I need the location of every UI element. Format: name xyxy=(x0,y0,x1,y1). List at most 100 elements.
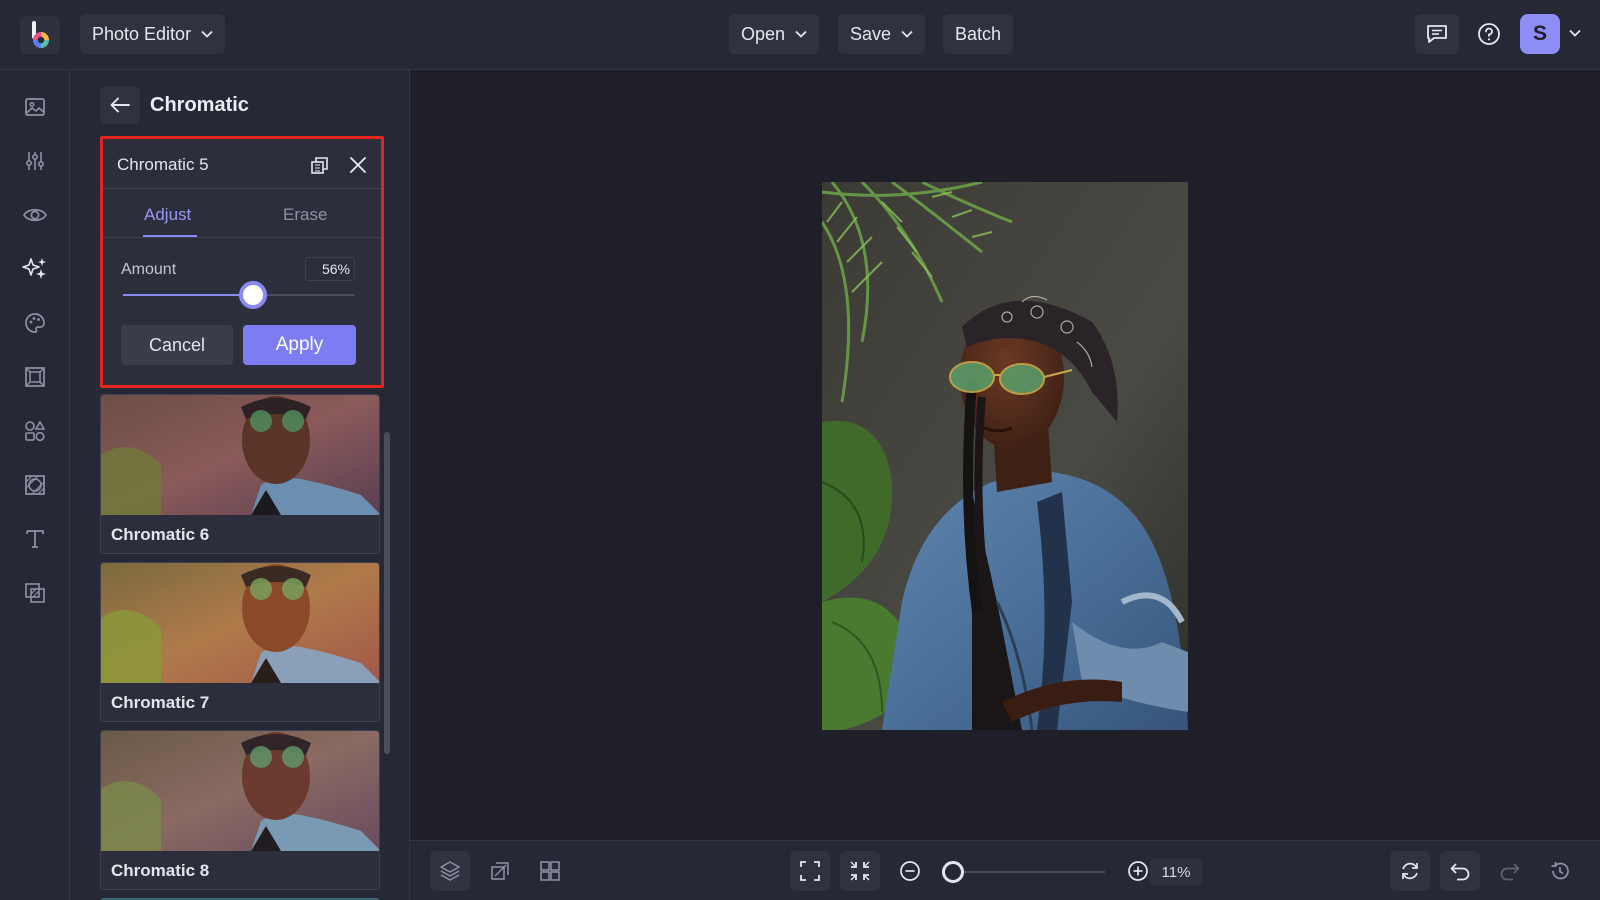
duplicate-button[interactable] xyxy=(308,153,332,177)
photo-preview[interactable] xyxy=(822,182,1188,730)
layers-button[interactable] xyxy=(430,851,470,891)
effects-panel: Chromatic Chromatic 5 Adjust Erase Amoun… xyxy=(70,70,410,900)
zoom-slider[interactable] xyxy=(942,861,1105,883)
back-button[interactable] xyxy=(100,86,140,124)
tab-divider xyxy=(103,237,381,238)
rail-item-artsy[interactable] xyxy=(15,303,55,343)
preset-chromatic-8[interactable]: Chromatic 8 xyxy=(100,730,380,890)
minus-circle-icon xyxy=(900,861,920,881)
apply-button[interactable]: Apply xyxy=(243,325,356,365)
app-menu-label: Photo Editor xyxy=(92,23,192,44)
tab-adjust[interactable]: Adjust xyxy=(144,205,191,225)
crop-canvas-icon xyxy=(491,862,509,880)
copy-icon xyxy=(311,157,328,174)
amount-slider[interactable] xyxy=(123,281,355,309)
rail-item-adjust[interactable] xyxy=(15,141,55,181)
actual-size-button[interactable] xyxy=(840,851,880,891)
undo-icon xyxy=(1450,863,1470,881)
undo-button[interactable] xyxy=(1440,851,1480,891)
zoom-slider-thumb[interactable] xyxy=(942,861,964,883)
eye-icon xyxy=(23,208,47,222)
plus-circle-icon xyxy=(1128,861,1148,881)
sparkles-icon xyxy=(22,258,46,279)
save-button[interactable]: Save xyxy=(838,14,926,54)
redo-icon xyxy=(1500,863,1520,881)
palette-icon xyxy=(25,313,45,333)
card-header: Chromatic 5 xyxy=(103,139,381,189)
shapes-icon xyxy=(25,420,46,442)
preset-chromatic-6[interactable]: Chromatic 6 xyxy=(100,394,380,554)
user-avatar[interactable]: S xyxy=(1520,14,1560,54)
panel-scrollbar[interactable] xyxy=(384,432,390,754)
layers-icon xyxy=(440,861,460,881)
preset-thumbnail xyxy=(101,395,379,515)
preset-label: Chromatic 7 xyxy=(111,693,210,712)
refresh-icon xyxy=(1402,862,1418,880)
text-icon xyxy=(26,530,44,548)
preset-label: Chromatic 8 xyxy=(111,861,210,880)
shrink-icon xyxy=(850,861,870,881)
chevron-down-icon xyxy=(901,30,913,38)
zoom-out-button[interactable] xyxy=(890,851,930,891)
help-button[interactable] xyxy=(1467,14,1511,54)
rail-item-touch-up[interactable] xyxy=(15,195,55,235)
grid-button[interactable] xyxy=(530,851,570,891)
rail-item-text[interactable] xyxy=(15,519,55,559)
chevron-down-icon xyxy=(1569,29,1581,37)
open-label: Open xyxy=(741,23,786,44)
bottom-toolbar: 11% xyxy=(410,840,1600,900)
open-button[interactable]: Open xyxy=(729,14,820,54)
rail-item-textures[interactable] xyxy=(15,465,55,505)
effect-name: Chromatic 5 xyxy=(117,155,209,174)
amount-slider-fill xyxy=(123,294,253,296)
rail-item-frames[interactable] xyxy=(15,357,55,397)
active-tab-indicator xyxy=(143,235,197,237)
image-icon xyxy=(25,98,45,116)
preset-chromatic-7[interactable]: Chromatic 7 xyxy=(100,562,380,722)
app-menu-button[interactable]: Photo Editor xyxy=(80,14,226,54)
canvas-button[interactable] xyxy=(480,851,520,891)
logo-icon xyxy=(32,21,49,48)
canvas-area[interactable] xyxy=(410,70,1600,840)
chevron-down-icon xyxy=(201,30,213,38)
effect-settings-card: Chromatic 5 Adjust Erase Amount 56% Canc… xyxy=(100,136,384,388)
fit-to-screen-button[interactable] xyxy=(790,851,830,891)
sliders-icon xyxy=(25,152,45,170)
close-button[interactable] xyxy=(346,153,370,177)
feedback-button[interactable] xyxy=(1415,14,1459,54)
rail-item-graphics[interactable] xyxy=(15,411,55,451)
frame-icon xyxy=(25,367,45,387)
help-icon xyxy=(1478,23,1500,45)
amount-slider-thumb[interactable] xyxy=(238,281,267,309)
rail-item-effects[interactable] xyxy=(15,249,55,289)
chevron-down-icon xyxy=(795,30,807,38)
batch-button[interactable]: Batch xyxy=(943,14,1014,54)
grid-icon xyxy=(540,861,560,881)
history-icon xyxy=(1551,862,1569,880)
app-logo[interactable] xyxy=(20,16,60,54)
arrow-left-icon xyxy=(110,97,130,113)
preset-thumbnail xyxy=(101,731,379,851)
expand-icon xyxy=(800,861,820,881)
preset-thumbnail xyxy=(101,563,379,683)
amount-label: Amount xyxy=(121,261,177,278)
rail-item-image[interactable] xyxy=(15,87,55,127)
tab-erase[interactable]: Erase xyxy=(283,205,327,225)
tool-rail xyxy=(0,70,70,900)
zoom-level[interactable]: 11% xyxy=(1150,859,1202,885)
redo-button[interactable] xyxy=(1490,851,1530,891)
cancel-button[interactable]: Cancel xyxy=(121,325,233,365)
amount-value-input[interactable]: 56% xyxy=(305,257,355,281)
overlay-icon xyxy=(25,583,45,603)
batch-label: Batch xyxy=(955,23,1002,44)
panel-title: Chromatic xyxy=(150,94,249,116)
preset-label: Chromatic 6 xyxy=(111,525,210,544)
reset-button[interactable] xyxy=(1390,851,1430,891)
rail-item-overlays[interactable] xyxy=(15,573,55,613)
account-menu-toggle[interactable] xyxy=(1569,29,1581,37)
close-icon xyxy=(350,157,366,173)
texture-icon xyxy=(25,475,45,495)
top-bar: Photo Editor Open Save Batch S xyxy=(0,0,1600,70)
history-button[interactable] xyxy=(1540,851,1580,891)
save-label: Save xyxy=(850,23,892,44)
